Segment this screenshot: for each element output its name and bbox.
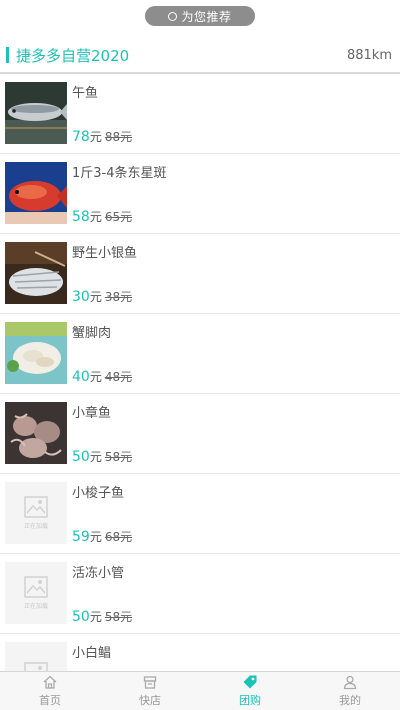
silverfish-photo (5, 242, 67, 304)
item-name: 午鱼 (72, 86, 99, 101)
item-price: 30 (72, 289, 90, 305)
tab-shop[interactable]: 快店 (100, 672, 200, 710)
item-name: 野生小银鱼 (72, 246, 138, 261)
shop-icon (143, 676, 157, 689)
original-price: 68元 (104, 530, 133, 544)
list-item[interactable]: 1斤3-4条东星斑 58 元 65元 (0, 154, 400, 234)
item-name: 小章鱼 (72, 406, 112, 421)
store-title: 捷多多自营2020 (16, 46, 130, 65)
tab-home[interactable]: 首页 (0, 672, 100, 710)
bottom-tab-bar: 首页 快店 团购 我的 (0, 671, 400, 710)
tag-icon (243, 675, 257, 689)
item-price: 59 (72, 529, 90, 545)
recommend-pill[interactable]: 为您推荐 (145, 6, 255, 26)
circle-icon (168, 11, 178, 21)
price-unit: 元 (89, 290, 102, 304)
tab-group-buy[interactable]: 团购 (200, 672, 300, 710)
image-placeholder: 正在加载 (5, 482, 67, 544)
home-icon (43, 675, 57, 689)
price-unit: 元 (89, 610, 102, 624)
list-item[interactable]: 正在加载 小梭子鱼 59 元 68元 (0, 474, 400, 554)
original-price: 65元 (104, 210, 133, 224)
item-name: 小白鲳 (72, 646, 112, 661)
list-item[interactable]: 蟹脚肉 40 元 48元 (0, 314, 400, 394)
item-price: 50 (72, 609, 90, 625)
price-unit: 元 (89, 370, 102, 384)
original-price: 48元 (104, 370, 133, 384)
user-icon (343, 675, 357, 690)
tab-label: 我的 (339, 694, 361, 707)
product-list: 午鱼 78 元 88元 1斤3-4条东星斑 58 元 65元 野生小银鱼 30 … (0, 74, 400, 710)
tab-mine[interactable]: 我的 (300, 672, 400, 710)
image-placeholder: 正在加载 (5, 562, 67, 624)
price-unit: 元 (89, 130, 102, 144)
red-grouper-photo (5, 162, 67, 224)
image-icon (24, 496, 48, 518)
item-price: 50 (72, 449, 90, 465)
item-name: 活冻小管 (72, 566, 125, 581)
item-price: 78 (72, 129, 90, 145)
price-unit: 元 (89, 210, 102, 224)
octopus-photo (5, 402, 67, 464)
original-price: 88元 (104, 130, 133, 144)
original-price: 58元 (104, 610, 133, 624)
item-name: 小梭子鱼 (72, 486, 125, 501)
item-price: 40 (72, 369, 90, 385)
price-unit: 元 (89, 530, 102, 544)
image-icon (24, 576, 48, 598)
list-item[interactable]: 野生小银鱼 30 元 38元 (0, 234, 400, 314)
list-item[interactable]: 正在加载 活冻小管 50 元 58元 (0, 554, 400, 634)
recommend-label: 为您推荐 (181, 9, 232, 24)
list-item[interactable]: 午鱼 78 元 88元 (0, 74, 400, 154)
tab-label: 团购 (239, 694, 261, 707)
list-item[interactable]: 小章鱼 50 元 58元 (0, 394, 400, 474)
store-distance: 881km (346, 47, 392, 63)
store-header[interactable]: 捷多多自营2020 881km (0, 38, 400, 74)
tab-label: 快店 (139, 694, 161, 707)
price-unit: 元 (89, 450, 102, 464)
fish-photo (5, 82, 67, 144)
accent-bar (6, 47, 9, 63)
tab-label: 首页 (39, 694, 61, 707)
crab-meat-photo (5, 322, 67, 384)
item-price: 58 (72, 209, 90, 225)
placeholder-text: 正在加载 (23, 523, 48, 530)
original-price: 38元 (104, 290, 133, 304)
placeholder-text: 正在加载 (23, 603, 48, 610)
item-name: 1斤3-4条东星斑 (72, 166, 167, 181)
original-price: 58元 (104, 450, 133, 464)
item-name: 蟹脚肉 (72, 326, 112, 341)
